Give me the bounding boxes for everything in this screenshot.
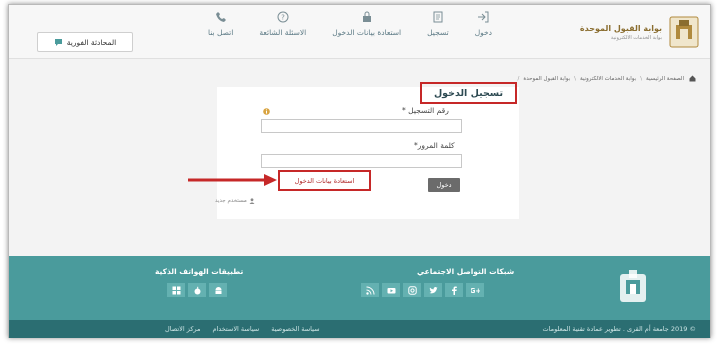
login-icon	[478, 11, 489, 23]
copyright-text: © 2019 جامعة أم القرى . تطوير عمادة تقني…	[542, 325, 697, 333]
document-icon	[433, 11, 443, 23]
breadcrumb-separator: \	[574, 75, 576, 82]
nav-recover[interactable]: استعادة بيانات الدخول	[332, 11, 401, 37]
nav-register[interactable]: تسجيل	[427, 11, 449, 37]
new-user-label: مستخدم جديد	[215, 198, 247, 204]
live-chat-button[interactable]: المحادثة الفورية	[37, 32, 133, 52]
contact-center-link[interactable]: مركز الاتصال	[165, 325, 200, 333]
site-footer: تطبيقات الهواتف الذكية شبكات التواصل الا…	[9, 256, 710, 320]
apple-icon	[194, 286, 200, 294]
home-icon[interactable]	[689, 75, 696, 82]
apps-row	[167, 283, 230, 297]
nav-faq[interactable]: ? الاسئلة الشائعة	[259, 11, 306, 37]
university-emblem-icon	[669, 16, 699, 48]
nav-login-label: دخول	[474, 28, 492, 37]
breadcrumb-separator: /	[517, 75, 520, 82]
android-app-link[interactable]	[209, 283, 227, 297]
arrow-pointer-icon	[188, 174, 277, 186]
page-title: تسجيل الدخول	[433, 87, 504, 99]
page-title-highlight: تسجيل الدخول	[420, 82, 517, 104]
instagram-link[interactable]	[403, 283, 421, 297]
windows-icon	[172, 286, 180, 294]
nav-recover-label: استعادة بيانات الدخول	[332, 28, 402, 37]
footer-emblem-icon	[620, 270, 646, 302]
nav-contact[interactable]: اتصل بنا	[208, 11, 233, 37]
youtube-icon	[387, 287, 395, 293]
social-title: شبكات التواصل الاجتماعي	[417, 267, 515, 276]
footer-links: سياسة الخصوصية سياسة الاستخدام مركز الات…	[153, 325, 320, 333]
registration-input[interactable]	[261, 119, 462, 133]
new-user-link[interactable]: مستخدم جديد	[215, 198, 255, 204]
google-plus-icon: G+	[471, 287, 480, 295]
instagram-icon	[407, 285, 417, 295]
recover-credentials-link[interactable]: استعادة بيانات الدخول	[295, 177, 355, 185]
phone-icon	[215, 12, 226, 22]
logo-title: بوابة القبول الموحدة	[579, 23, 662, 33]
nav-contact-label: اتصل بنا	[207, 28, 234, 37]
apps-title: تطبيقات الهواتف الذكية	[155, 267, 244, 276]
windows-app-link[interactable]	[167, 283, 185, 297]
breadcrumb: الصفحة الرئيسية \ بوابة الخدمات الالكترو…	[514, 75, 696, 82]
info-icon[interactable]	[263, 108, 270, 115]
registration-label: رقم التسجيل *	[402, 106, 449, 115]
breadcrumb-admission[interactable]: بوابة القبول الموحدة	[523, 76, 570, 82]
chat-bubble-icon	[54, 38, 62, 46]
main-nav: دخول تسجيل استعادة بيانات الدخول ? الاسئ…	[208, 11, 492, 37]
privacy-policy-link[interactable]: سياسة الخصوصية	[271, 325, 319, 333]
rss-icon	[365, 286, 374, 295]
facebook-icon	[451, 286, 457, 295]
nav-login[interactable]: دخول	[475, 11, 492, 37]
youtube-link[interactable]	[382, 283, 400, 297]
login-button[interactable]: دخول	[428, 178, 460, 192]
site-logo[interactable]: بوابة القبول الموحدة بوابة الخدمات الالك…	[580, 15, 700, 49]
twitter-icon	[429, 286, 437, 293]
svg-text:G+: G+	[471, 287, 480, 295]
login-card	[217, 87, 519, 219]
svg-text:?: ?	[281, 14, 285, 22]
recover-link-highlight: استعادة بيانات الدخول	[278, 170, 371, 191]
live-chat-label: المحادثة الفورية	[66, 37, 117, 47]
breadcrumb-eservices[interactable]: بوابة الخدمات الالكترونية	[580, 76, 636, 82]
lock-icon	[362, 11, 371, 22]
password-label: كلمة المرور*	[414, 141, 455, 150]
apple-app-link[interactable]	[188, 283, 206, 297]
nav-register-label: تسجيل	[427, 28, 449, 37]
rss-link[interactable]	[361, 283, 379, 297]
question-icon: ?	[277, 11, 289, 23]
breadcrumb-home[interactable]: الصفحة الرئيسية	[646, 76, 684, 82]
nav-faq-label: الاسئلة الشائعة	[259, 28, 307, 37]
social-row: G+	[361, 283, 487, 297]
twitter-link[interactable]	[424, 283, 442, 297]
user-icon	[249, 198, 255, 204]
facebook-link[interactable]	[445, 283, 463, 297]
site-header: بوابة القبول الموحدة بوابة الخدمات الالك…	[9, 5, 710, 59]
breadcrumb-separator: \	[640, 75, 643, 82]
bottom-bar: سياسة الخصوصية سياسة الاستخدام مركز الات…	[9, 320, 710, 338]
googleplus-link[interactable]: G+	[466, 283, 484, 297]
logo-subtitle: بوابة الخدمات الالكترونية	[610, 34, 662, 41]
android-icon	[215, 286, 221, 294]
terms-of-use-link[interactable]: سياسة الاستخدام	[212, 325, 259, 333]
password-input[interactable]	[261, 154, 462, 168]
